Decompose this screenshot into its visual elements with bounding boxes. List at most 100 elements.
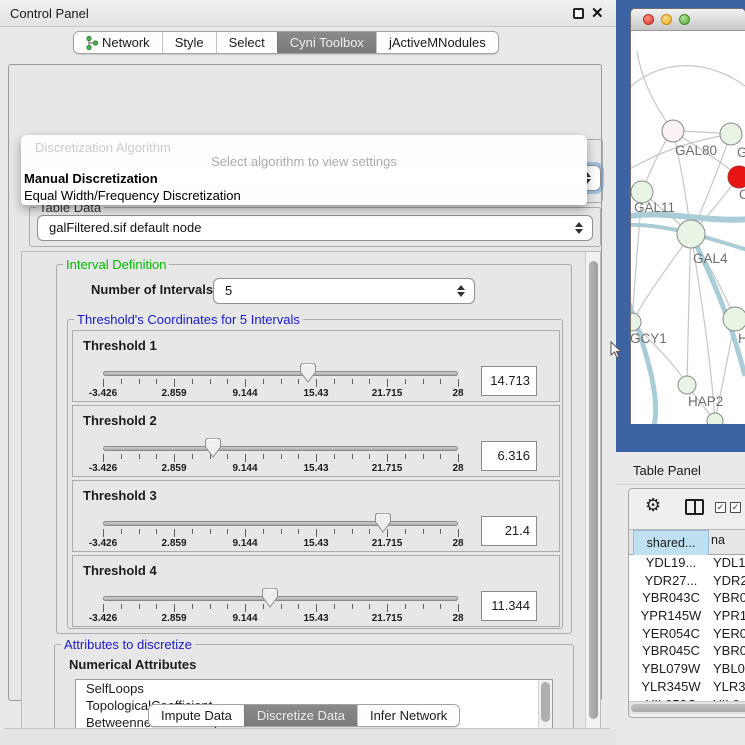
tick-label: 9.144: [232, 463, 257, 474]
cell-shared-name: YDR27...: [633, 573, 709, 588]
table-row[interactable]: YER054CYER0: [629, 626, 745, 644]
tab-label: Select: [229, 32, 265, 53]
algorithm-option[interactable]: Manual Discretization: [24, 170, 584, 187]
column-header-name[interactable]: na: [711, 533, 725, 547]
network-canvas[interactable]: GAL80GAGAL11CGAL4GCY1HHAP2: [631, 31, 745, 424]
slider-thumb[interactable]: [375, 513, 391, 533]
zoom-traffic-light-icon[interactable]: [679, 14, 690, 25]
tick-mark: [334, 529, 335, 534]
table-data-value: galFiltered.sif default node: [49, 216, 201, 240]
cell-name: YPR1: [713, 608, 745, 623]
tab-infer-network[interactable]: Infer Network: [357, 705, 459, 726]
table-panel-title: Table Panel: [633, 463, 701, 478]
node-right[interactable]: [723, 307, 745, 331]
cell-shared-name: YBL079W: [633, 661, 709, 676]
table-row[interactable]: YPR145WYPR1: [629, 608, 745, 626]
tick-label: 28: [452, 463, 463, 474]
slider-track[interactable]: [103, 596, 458, 601]
gear-icon[interactable]: ⚙: [645, 495, 661, 516]
close-traffic-light-icon[interactable]: [643, 14, 654, 25]
tab-select[interactable]: Select: [216, 32, 277, 53]
tick-mark: [263, 454, 264, 459]
tick-label: 15.43: [303, 538, 328, 549]
tick-mark: [387, 604, 388, 612]
column-header-shared-name[interactable]: shared...: [633, 530, 709, 556]
tick-mark: [352, 604, 353, 609]
tick-mark: [369, 529, 370, 534]
tick-mark: [245, 379, 246, 387]
tab-label: Discretize Data: [257, 705, 345, 726]
node-hap2[interactable]: [678, 376, 696, 394]
network-window[interactable]: GAL80GAGAL11CGAL4GCY1HHAP2: [630, 8, 745, 424]
tab-jactivemnodules[interactable]: jActiveMNodules: [376, 32, 498, 53]
slider-ticks: [103, 529, 458, 538]
table-row[interactable]: YDR27...YDR2: [629, 573, 745, 591]
number-of-intervals-combobox[interactable]: 5: [213, 278, 475, 304]
split-columns-icon[interactable]: [685, 499, 704, 515]
slider-track[interactable]: [103, 371, 458, 376]
tick-mark: [405, 379, 406, 384]
node-gal4[interactable]: [677, 220, 705, 248]
node-top-right[interactable]: [720, 123, 742, 145]
threshold-value-field[interactable]: 21.4: [481, 516, 537, 546]
node-bottom[interactable]: [707, 413, 723, 424]
tick-mark: [227, 604, 228, 609]
tick-mark: [121, 529, 122, 534]
number-of-intervals-label: Number of Intervals: [91, 282, 213, 297]
slider-thumb[interactable]: [300, 363, 316, 383]
close-icon[interactable]: ✕: [591, 4, 604, 22]
tick-mark: [210, 379, 211, 384]
algorithm-option[interactable]: Equal Width/Frequency Discretization: [24, 187, 584, 204]
tab-label: Network: [102, 32, 150, 53]
slider-track[interactable]: [103, 446, 458, 451]
threshold-value-field[interactable]: 14.713: [481, 366, 537, 396]
tab-style[interactable]: Style: [162, 32, 216, 53]
tick-label: -3.426: [89, 538, 117, 549]
node-selected-red[interactable]: [728, 166, 745, 188]
table-row[interactable]: YBL079WYBL0: [629, 661, 745, 679]
algorithm-popup-list: Manual DiscretizationEqual Width/Frequen…: [24, 170, 584, 204]
tab-cyni-toolbox[interactable]: Cyni Toolbox: [277, 32, 376, 53]
table-data-combobox[interactable]: galFiltered.sif default node: [37, 215, 593, 241]
table-row[interactable]: YLR345WYLR3: [629, 679, 745, 697]
tab-network[interactable]: Network: [74, 32, 162, 53]
combo-stepper-icon: [457, 285, 465, 297]
checkbox-icon[interactable]: ✓: [730, 502, 741, 513]
tick-label: 21.715: [372, 613, 403, 624]
tick-label: -3.426: [89, 388, 117, 399]
tick-mark: [263, 379, 264, 384]
tab-impute-data[interactable]: Impute Data: [149, 705, 244, 726]
threshold-label: Threshold 1: [83, 338, 157, 353]
cell-shared-name: YER054C: [633, 626, 709, 641]
float-window-icon[interactable]: [573, 8, 584, 19]
tab-discretize-data[interactable]: Discretize Data: [244, 705, 357, 726]
slider-thumb[interactable]: [262, 588, 278, 608]
table-row[interactable]: YBR045CYBR0: [629, 643, 745, 661]
table-row[interactable]: YBR043CYBR0: [629, 590, 745, 608]
settings-scrollbar[interactable]: [585, 252, 600, 745]
tick-mark: [423, 379, 424, 384]
node-label-gal11: GAL11: [634, 200, 675, 215]
network-window-titlebar[interactable]: [631, 9, 745, 31]
slider-track[interactable]: [103, 521, 458, 526]
threshold-value-field[interactable]: 6.316: [481, 441, 537, 471]
minimize-traffic-light-icon[interactable]: [661, 14, 672, 25]
bottom-tab-bar: Impute Data Discretize Data Infer Network: [148, 704, 460, 727]
threshold-value-field[interactable]: 11.344: [481, 591, 537, 621]
control-panel-titlebar[interactable]: Control Panel ✕: [0, 0, 616, 27]
cell-name: YLR3: [713, 679, 745, 694]
node-label-c: C: [739, 187, 745, 202]
list-scrollbar[interactable]: [538, 680, 552, 728]
algorithm-prompt-item[interactable]: Select algorithm to view settings: [21, 154, 587, 169]
slider-thumb[interactable]: [205, 438, 221, 458]
cell-name: YBR0: [713, 643, 745, 658]
tick-mark: [440, 529, 441, 534]
node-gal80[interactable]: [662, 120, 684, 142]
table-panel: Table Panel ⚙ ✓ ✓ shared... na YDL19...Y…: [616, 452, 745, 745]
cell-shared-name: YBR043C: [633, 590, 709, 605]
tick-mark: [440, 604, 441, 609]
attribute-item[interactable]: SelfLoops: [76, 680, 552, 697]
checkbox-icon[interactable]: ✓: [715, 502, 726, 513]
table-row[interactable]: YDL19...YDL1: [629, 555, 745, 573]
table-horizontal-scrollbar[interactable]: [629, 701, 745, 714]
